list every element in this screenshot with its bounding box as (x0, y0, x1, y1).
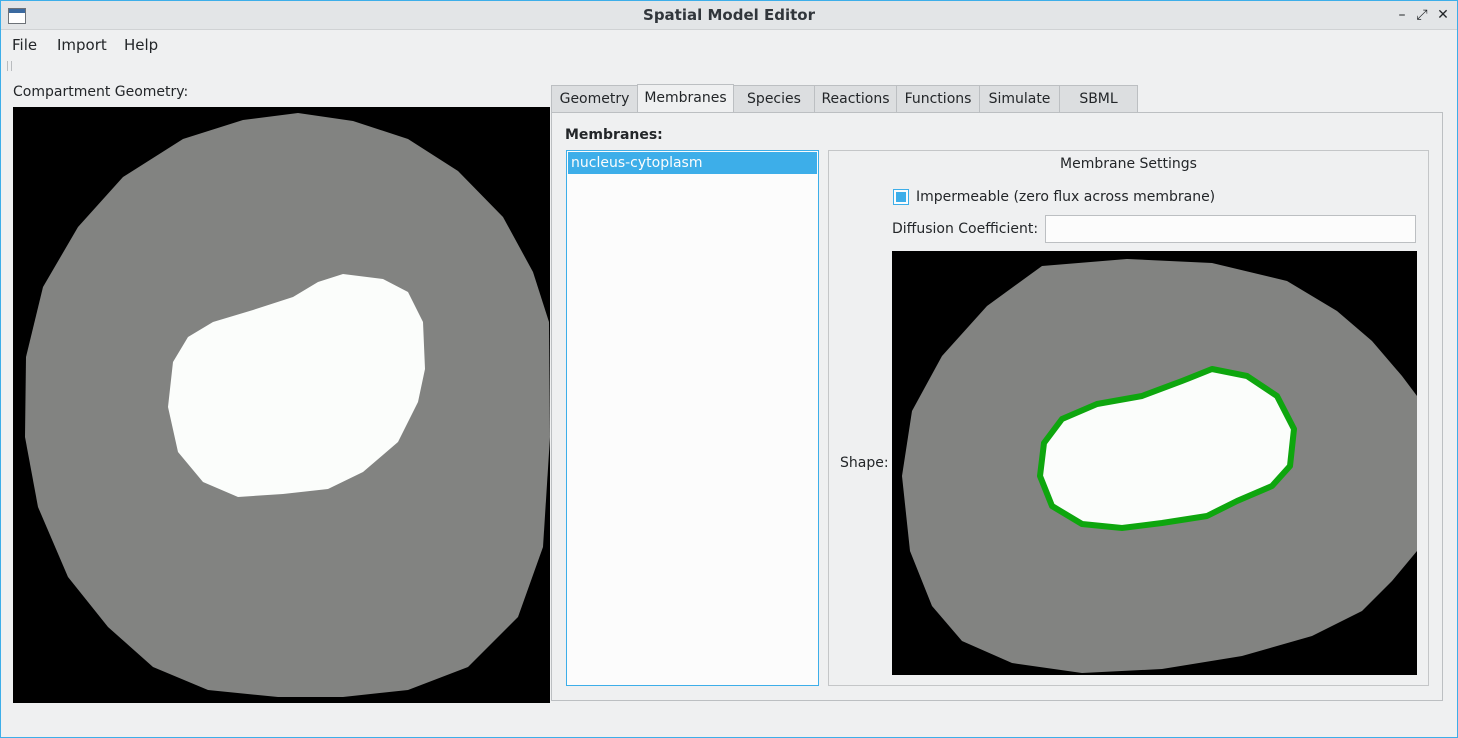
tab-sbml[interactable]: SBML (1059, 85, 1138, 112)
membrane-settings-title: Membrane Settings (1060, 156, 1197, 172)
membranes-label: Membranes: (565, 127, 663, 143)
tab-membranes[interactable]: Membranes (637, 84, 734, 113)
menu-import[interactable]: Import (57, 36, 107, 54)
diffusion-coefficient-label: Diffusion Coefficient: (892, 221, 1039, 237)
menu-bar: File Import Help (1, 30, 1457, 58)
minimize-icon[interactable]: – (1394, 6, 1410, 24)
impermeable-checkbox[interactable] (893, 189, 909, 205)
tab-geometry[interactable]: Geometry (551, 85, 638, 112)
membrane-shape-image[interactable] (892, 251, 1417, 675)
compartment-geometry-label: Compartment Geometry: (13, 84, 189, 100)
toolbar-handle[interactable] (7, 61, 12, 71)
close-icon[interactable]: ✕ (1435, 6, 1451, 24)
diffusion-coefficient-input[interactable] (1045, 215, 1416, 243)
impermeable-label[interactable]: Impermeable (zero flux across membrane) (916, 189, 1215, 205)
restore-icon[interactable]: ⤢ (1414, 6, 1430, 24)
title-bar[interactable]: Spatial Model Editor – ⤢ ✕ (1, 1, 1457, 30)
shape-label: Shape: (840, 455, 889, 471)
window-title: Spatial Model Editor (643, 6, 815, 24)
membranes-list[interactable]: nucleus-cytoplasm (566, 150, 819, 686)
compartment-geometry-image[interactable] (13, 107, 550, 703)
menu-help[interactable]: Help (124, 36, 158, 54)
list-item[interactable]: nucleus-cytoplasm (568, 152, 817, 174)
tab-reactions[interactable]: Reactions (814, 85, 897, 112)
tab-species[interactable]: Species (733, 85, 815, 112)
tab-simulate[interactable]: Simulate (979, 85, 1060, 112)
menu-file[interactable]: File (12, 36, 37, 54)
tab-functions[interactable]: Functions (896, 85, 980, 112)
